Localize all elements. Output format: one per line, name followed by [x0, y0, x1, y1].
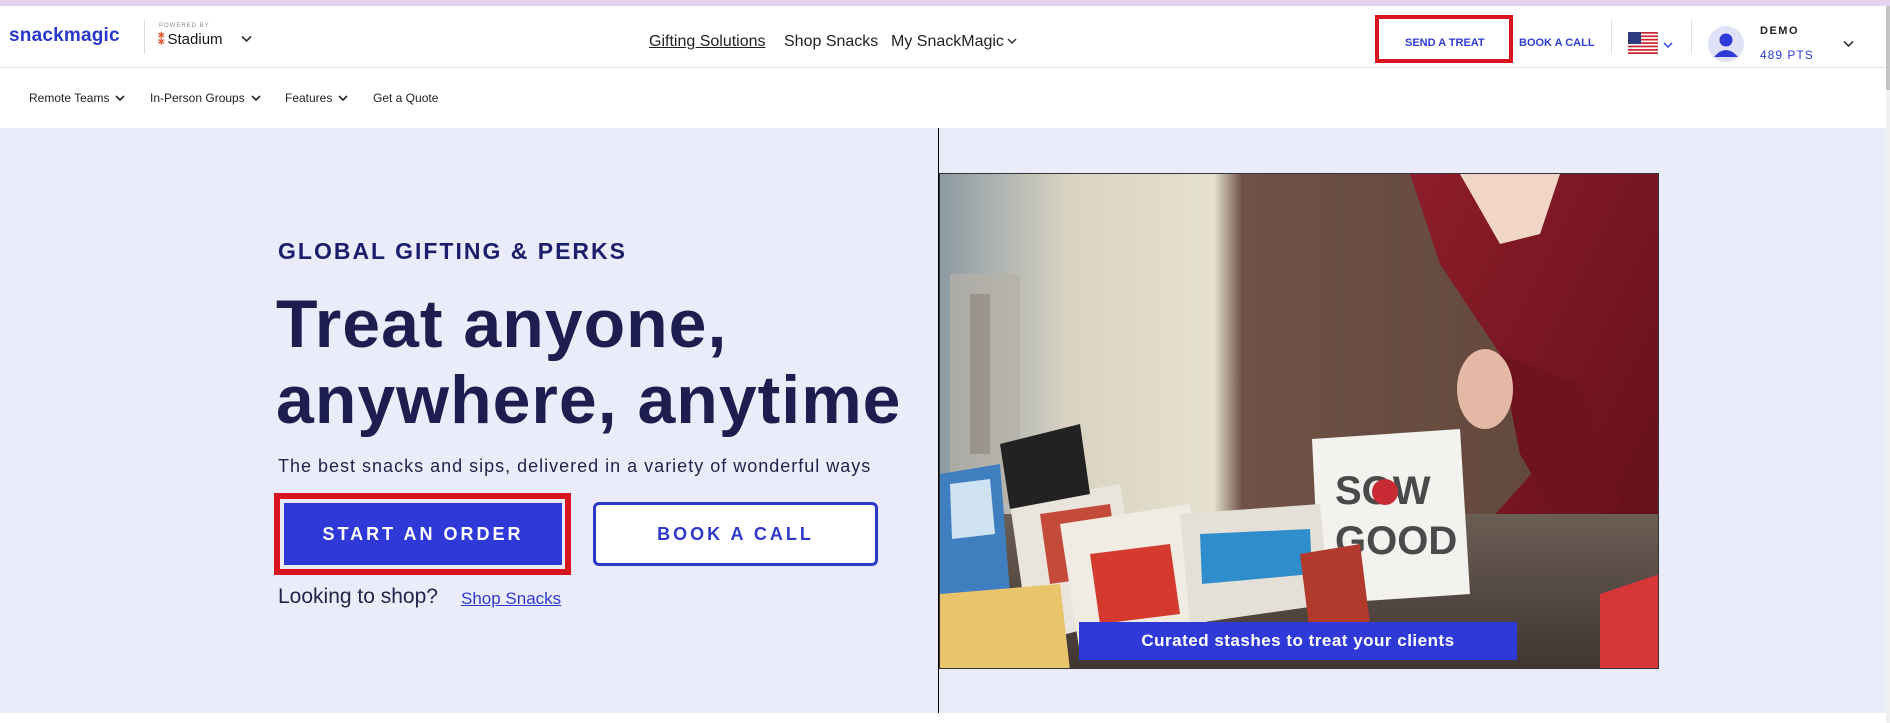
- header-divider: [1691, 20, 1692, 54]
- logo-divider: [144, 20, 145, 54]
- shop-snacks-link[interactable]: Shop Snacks: [461, 589, 561, 609]
- hero-subtext: The best snacks and sips, delivered in a…: [278, 456, 872, 476]
- subnav-get-a-quote[interactable]: Get a Quote: [373, 91, 438, 105]
- nav-gifting-solutions[interactable]: Gifting Solutions: [649, 33, 766, 51]
- looking-to-shop-text: Looking to shop?: [278, 585, 438, 608]
- hero-image: SOW GOOD: [939, 173, 1659, 669]
- book-a-call-link[interactable]: BOOK A CALL: [1519, 37, 1595, 49]
- nav-my-snackmagic[interactable]: My SnackMagic: [891, 33, 1017, 51]
- chevron-down-icon: [115, 95, 126, 102]
- book-a-call-button[interactable]: BOOK A CALL: [593, 502, 878, 566]
- header-divider: [1611, 20, 1612, 54]
- chevron-down-icon[interactable]: [1663, 36, 1673, 54]
- chevron-down-icon[interactable]: [241, 30, 252, 48]
- subnav-remote-teams[interactable]: Remote Teams: [29, 91, 126, 105]
- chevron-down-icon[interactable]: [1843, 35, 1854, 53]
- headline-line-1: Treat anyone,: [276, 286, 728, 362]
- stadium-mark-icon: ⁑: [158, 32, 165, 47]
- site-header: snackmagic POWERED BY ⁑ Stadium Gifting S…: [0, 6, 1886, 68]
- hero-illustration: SOW GOOD: [940, 174, 1658, 668]
- chevron-down-icon: [338, 95, 348, 102]
- hero-eyebrow: GLOBAL GIFTING & PERKS: [278, 238, 627, 264]
- chevron-down-icon: [251, 95, 261, 102]
- powered-by-label: POWERED BY: [159, 23, 210, 29]
- send-a-treat-link[interactable]: SEND A TREAT: [1405, 37, 1485, 49]
- hero-image-caption: Curated stashes to treat your clients: [1079, 622, 1517, 660]
- subnav-features[interactable]: Features: [285, 91, 348, 105]
- us-flag-icon[interactable]: [1628, 32, 1658, 59]
- user-points: 489 PTS: [1760, 48, 1814, 62]
- chevron-down-icon: [1007, 38, 1017, 45]
- user-name[interactable]: DEMO: [1760, 25, 1799, 37]
- headline-line-2: anywhere, anytime: [276, 362, 902, 438]
- page-scrollbar[interactable]: [1886, 6, 1890, 723]
- nav-shop-snacks[interactable]: Shop Snacks: [784, 33, 878, 51]
- stadium-logo[interactable]: ⁑ Stadium: [158, 31, 223, 48]
- start-an-order-button[interactable]: START AN ORDER: [284, 503, 562, 565]
- user-avatar-icon[interactable]: [1708, 26, 1744, 67]
- sub-navigation: Remote Teams In-Person Groups Features G…: [0, 68, 1886, 128]
- hero-headline: Treat anyone, anywhere, anytime: [276, 286, 916, 438]
- subnav-in-person-groups[interactable]: In-Person Groups: [150, 91, 261, 105]
- stadium-label: Stadium: [167, 31, 223, 48]
- snackmagic-logo[interactable]: snackmagic: [9, 25, 120, 47]
- subnav-label: Features: [285, 91, 333, 105]
- nav-my-snackmagic-label: My SnackMagic: [891, 33, 1004, 50]
- subnav-label: Remote Teams: [29, 91, 110, 105]
- subnav-label: In-Person Groups: [150, 91, 245, 105]
- scrollbar-thumb[interactable]: [1886, 6, 1890, 90]
